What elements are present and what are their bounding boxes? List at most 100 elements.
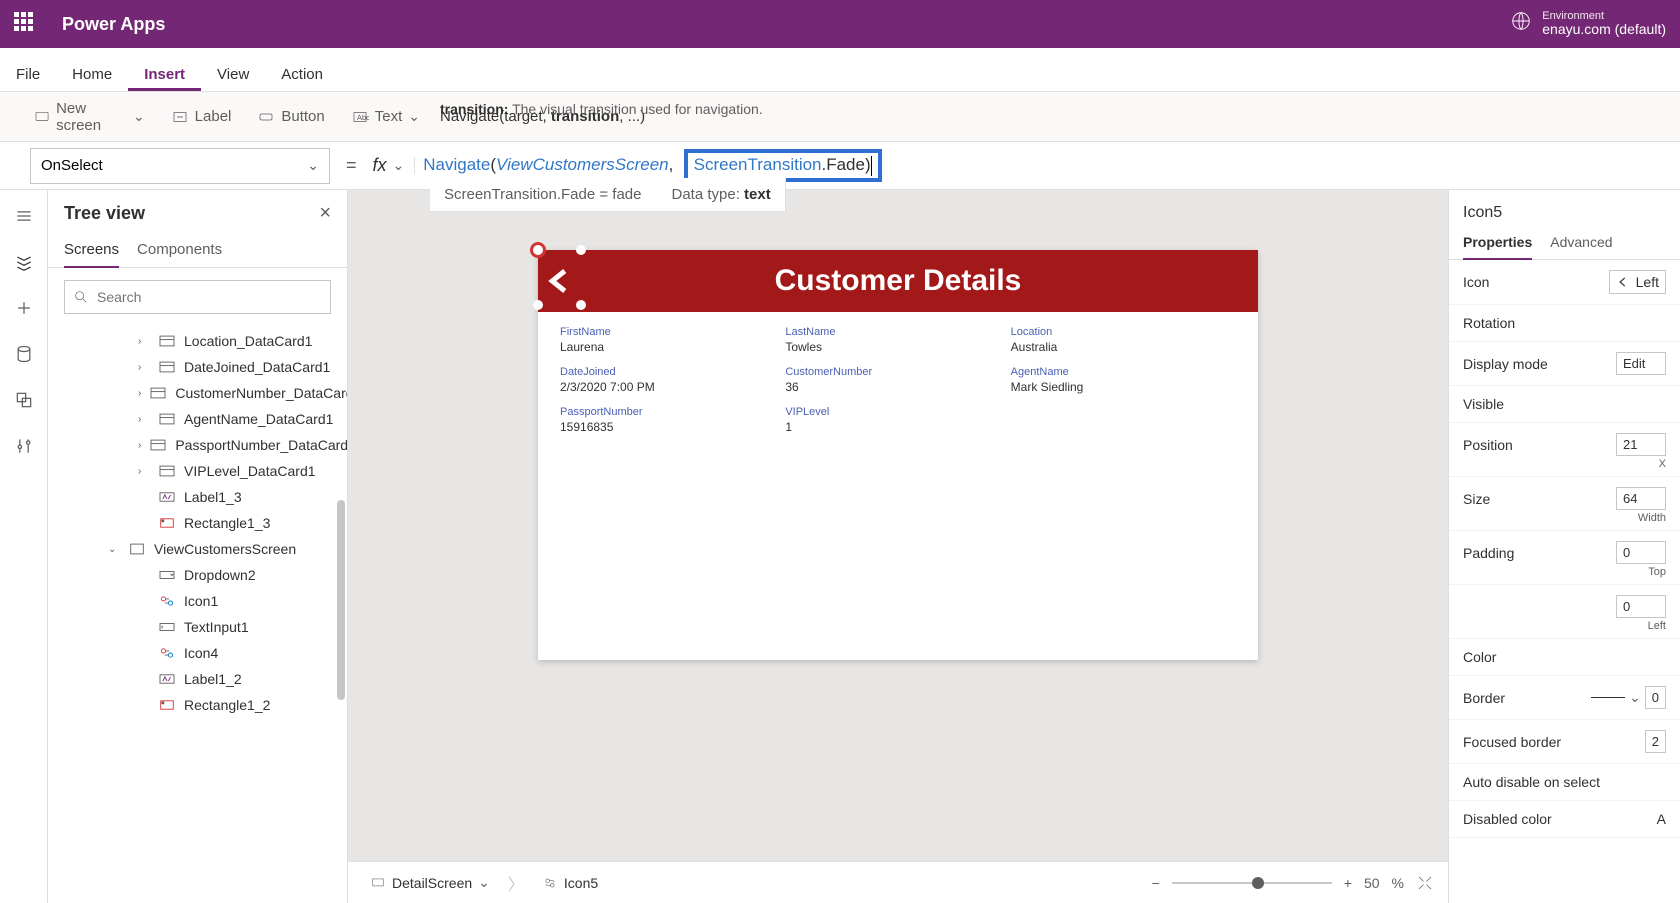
data-card[interactable]: FirstNameLaurena [560, 326, 785, 354]
app-name: Power Apps [62, 14, 165, 35]
data-card[interactable]: PassportNumber15916835 [560, 406, 785, 434]
data-card[interactable]: VIPLevel1 [785, 406, 1010, 434]
left-arrow-icon [1616, 275, 1630, 289]
zoom-in-button[interactable]: + [1344, 875, 1352, 891]
zoom-slider[interactable] [1172, 882, 1332, 884]
tools-icon[interactable] [12, 434, 36, 458]
fx-icon[interactable]: fx [373, 155, 393, 176]
tree-item[interactable]: Icon4 [48, 640, 347, 666]
data-card[interactable]: LocationAustralia [1011, 326, 1236, 354]
prop-position: Position 21 [1449, 423, 1680, 458]
tree-view-icon[interactable] [12, 250, 36, 274]
text-button[interactable]: Abc Text [341, 102, 430, 132]
formula-result-bar: ScreenTransition.Fade = fade Data type: … [430, 178, 786, 212]
formula-bar: OnSelect = fx Navigate(ViewCustomersScre… [0, 142, 1680, 190]
menu-insert[interactable]: Insert [128, 56, 201, 91]
tree-item[interactable]: Icon1 [48, 588, 347, 614]
menu-home[interactable]: Home [56, 56, 128, 91]
field-label: LastName [785, 326, 1010, 338]
tab-screens[interactable]: Screens [64, 235, 119, 268]
canvas[interactable]: × Customer Details FirstNameLaurenaLastN… [538, 250, 1258, 660]
tree-item[interactable]: ›CustomerNumber_DataCard1 [48, 380, 347, 406]
display-mode-value[interactable]: Edit [1616, 352, 1666, 375]
prop-padding-left: 0 [1449, 585, 1680, 620]
padding-left-input[interactable]: 0 [1616, 595, 1666, 618]
canvas-area[interactable]: × Customer Details FirstNameLaurenaLastN… [348, 190, 1448, 903]
icon-picker[interactable]: Left [1609, 270, 1666, 294]
resize-handle[interactable] [533, 245, 543, 255]
resize-handle[interactable] [576, 245, 586, 255]
tree-item[interactable]: Label1_3 [48, 484, 347, 510]
menu-action[interactable]: Action [265, 56, 339, 91]
tree-item[interactable]: ⌄ ViewCustomersScreen [48, 536, 347, 562]
tree-item-label: VIPLevel_DataCard1 [184, 463, 316, 479]
fit-screen-icon[interactable] [1416, 874, 1434, 892]
chevron-icon: › [138, 466, 150, 477]
padding-top-input[interactable]: 0 [1616, 541, 1666, 564]
prop-icon: Icon Left [1449, 260, 1680, 305]
tree-item[interactable]: Dropdown2 [48, 562, 347, 588]
search-input[interactable] [64, 280, 331, 314]
data-card[interactable]: DateJoined2/3/2020 7:00 PM [560, 366, 785, 394]
hamburger-icon[interactable] [12, 204, 36, 228]
tree-item[interactable]: ›DateJoined_DataCard1 [48, 354, 347, 380]
close-icon[interactable]: × [319, 202, 331, 225]
tree-item[interactable]: Rectangle1_3 [48, 510, 347, 536]
media-icon[interactable] [12, 388, 36, 412]
tree-item-label: Icon1 [184, 593, 218, 609]
control-type-icon [158, 568, 176, 582]
focused-border-input[interactable]: 2 [1645, 730, 1666, 753]
chevron-down-icon[interactable] [393, 157, 416, 174]
chevron-icon: › [138, 414, 150, 425]
position-x-input[interactable]: 21 [1616, 433, 1666, 456]
breadcrumb-control[interactable]: Icon5 [534, 871, 606, 895]
tab-components[interactable]: Components [137, 235, 222, 267]
tree-item-label: ViewCustomersScreen [154, 541, 296, 557]
tree-item[interactable]: ›Location_DataCard1 [48, 328, 347, 354]
control-type-icon [158, 672, 176, 686]
new-screen-button[interactable]: New screen [24, 94, 155, 140]
scrollbar-thumb[interactable] [337, 500, 345, 700]
property-selector[interactable]: OnSelect [30, 148, 330, 184]
resize-handle[interactable] [576, 300, 586, 310]
zoom-out-button[interactable]: − [1152, 875, 1160, 891]
chevron-icon: › [138, 362, 150, 373]
tree-item-label: Dropdown2 [184, 567, 256, 583]
data-card[interactable]: CustomerNumber36 [785, 366, 1010, 394]
tree-item[interactable]: Label1_2 [48, 666, 347, 692]
tab-advanced[interactable]: Advanced [1550, 228, 1612, 259]
tree-item-label: Location_DataCard1 [184, 333, 312, 349]
prop-padding: Padding 0 [1449, 531, 1680, 566]
size-width-input[interactable]: 64 [1616, 487, 1666, 510]
app-launcher-icon[interactable] [14, 12, 38, 36]
tab-properties[interactable]: Properties [1463, 228, 1532, 260]
add-icon[interactable] [12, 296, 36, 320]
tree-item[interactable]: ›AgentName_DataCard1 [48, 406, 347, 432]
chevron-icon: ⌄ [108, 544, 120, 555]
globe-icon [1510, 10, 1532, 37]
environment-picker[interactable]: Environment enayu.com (default) [1510, 10, 1666, 37]
zoom-value: 50 [1364, 875, 1380, 891]
tree-item[interactable]: TextInput1 [48, 614, 347, 640]
breadcrumb-screen[interactable]: DetailScreen [362, 870, 498, 895]
tree-item[interactable]: › VIPLevel_DataCard1 [48, 458, 347, 484]
menu-file[interactable]: File [0, 56, 56, 91]
environment-name: enayu.com (default) [1542, 22, 1666, 37]
formula-input[interactable]: Navigate(ViewCustomersScreen, ScreenTran… [423, 149, 881, 182]
button-button[interactable]: Button [247, 102, 334, 132]
label-button[interactable]: Label [161, 102, 242, 132]
selected-control[interactable]: × [538, 250, 584, 312]
data-card[interactable]: AgentNameMark Siedling [1011, 366, 1236, 394]
left-arrow-icon[interactable] [546, 264, 576, 306]
tree-item-label: Label1_3 [184, 489, 242, 505]
resize-handle[interactable] [533, 300, 543, 310]
tree-item[interactable]: Rectangle1_2 [48, 692, 347, 718]
menu-view[interactable]: View [201, 56, 265, 91]
data-icon[interactable] [12, 342, 36, 366]
field-value: Australia [1011, 340, 1236, 354]
control-type-icon [128, 542, 146, 556]
tree-item[interactable]: ›PassportNumber_DataCard1 [48, 432, 347, 458]
data-card[interactable]: LastNameTowles [785, 326, 1010, 354]
tree-list[interactable]: ›Location_DataCard1›DateJoined_DataCard1… [48, 326, 347, 903]
border-style-picker[interactable]: 0 [1591, 686, 1666, 709]
